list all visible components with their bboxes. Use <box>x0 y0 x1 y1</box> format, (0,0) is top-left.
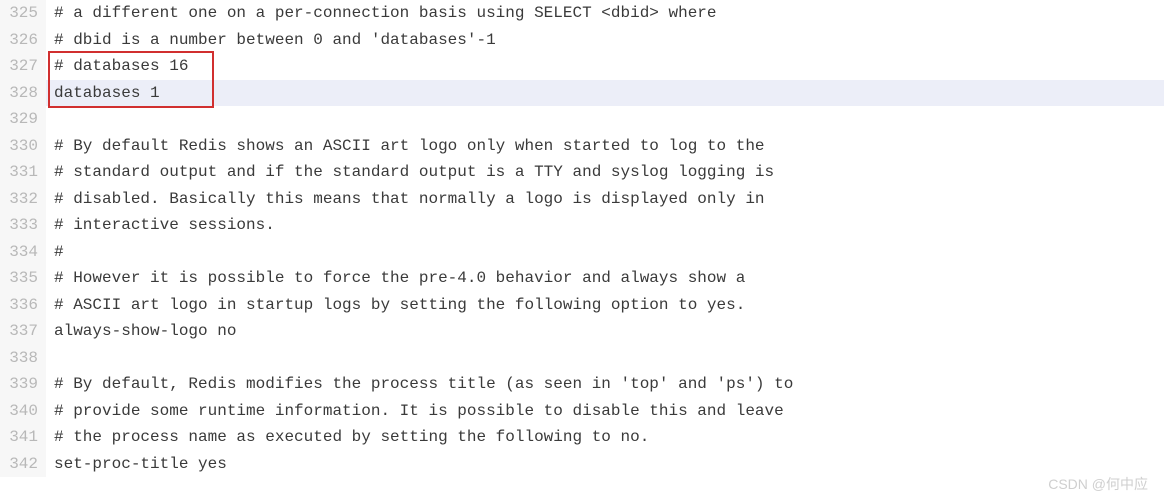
line-number: 332 <box>6 186 38 213</box>
code-line[interactable]: # interactive sessions. <box>46 212 1164 239</box>
code-line[interactable]: # a different one on a per-connection ba… <box>46 0 1164 27</box>
code-line[interactable]: set-proc-title yes <box>46 451 1164 478</box>
line-number: 337 <box>6 318 38 345</box>
line-number: 340 <box>6 398 38 425</box>
code-line[interactable]: # disabled. Basically this means that no… <box>46 186 1164 213</box>
line-number: 328 <box>6 80 38 107</box>
line-number-gutter: 3253263273283293303313323333343353363373… <box>0 0 46 477</box>
line-number: 333 <box>6 212 38 239</box>
line-number: 334 <box>6 239 38 266</box>
code-line[interactable]: # the process name as executed by settin… <box>46 424 1164 451</box>
line-number: 336 <box>6 292 38 319</box>
code-line[interactable]: # By default Redis shows an ASCII art lo… <box>46 133 1164 160</box>
code-line[interactable]: # standard output and if the standard ou… <box>46 159 1164 186</box>
code-line[interactable]: databases 1 <box>46 80 1164 107</box>
line-number: 325 <box>6 0 38 27</box>
code-line[interactable]: always-show-logo no <box>46 318 1164 345</box>
line-number: 327 <box>6 53 38 80</box>
code-line[interactable]: # By default, Redis modifies the process… <box>46 371 1164 398</box>
line-number: 341 <box>6 424 38 451</box>
code-line[interactable] <box>46 106 1164 133</box>
code-line[interactable]: # <box>46 239 1164 266</box>
line-number: 329 <box>6 106 38 133</box>
code-line[interactable]: # dbid is a number between 0 and 'databa… <box>46 27 1164 54</box>
line-number: 330 <box>6 133 38 160</box>
code-area[interactable]: # a different one on a per-connection ba… <box>46 0 1164 477</box>
code-line[interactable]: # provide some runtime information. It i… <box>46 398 1164 425</box>
code-line[interactable]: # ASCII art logo in startup logs by sett… <box>46 292 1164 319</box>
line-number: 338 <box>6 345 38 372</box>
line-number: 331 <box>6 159 38 186</box>
line-number: 339 <box>6 371 38 398</box>
line-number: 342 <box>6 451 38 478</box>
code-line[interactable]: # However it is possible to force the pr… <box>46 265 1164 292</box>
code-line[interactable]: # databases 16 <box>46 53 1164 80</box>
line-number: 326 <box>6 27 38 54</box>
code-line[interactable] <box>46 345 1164 372</box>
line-number: 335 <box>6 265 38 292</box>
code-editor[interactable]: 3253263273283293303313323333343353363373… <box>0 0 1164 477</box>
